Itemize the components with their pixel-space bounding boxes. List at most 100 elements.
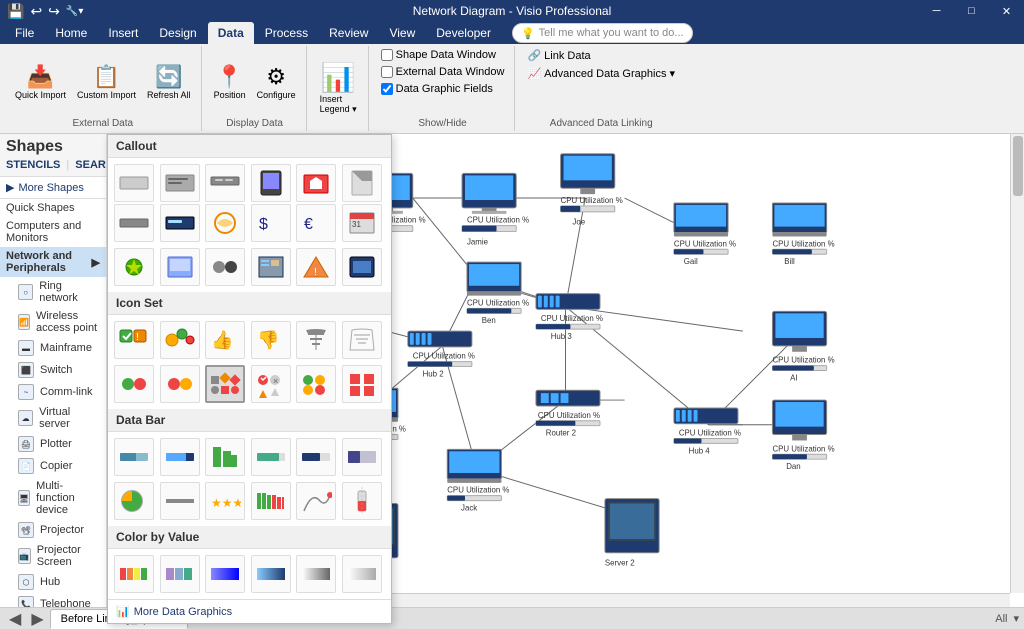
callout-icon-11[interactable]: € [296,204,336,242]
link-data-button[interactable]: 🔗 Link Data [523,48,594,63]
quick-import-button[interactable]: 📥 Quick Import [11,62,70,102]
callout-icon-2[interactable] [160,164,200,202]
next-page-button[interactable]: ▶ [27,609,47,629]
ring-network-item[interactable]: ○ Ring network [0,277,106,307]
undo-icon[interactable]: ↩ [28,3,44,20]
tab-view[interactable]: View [379,22,425,44]
data-bar-1[interactable] [114,438,154,476]
icon-set-r2-3[interactable] [205,365,245,403]
icon-set-r2-4[interactable]: × [251,365,291,403]
prev-page-button[interactable]: ◀ [5,609,25,629]
data-graphic-fields-checkbox[interactable] [381,83,393,95]
mainframe-item[interactable]: ▬ Mainframe [0,337,106,359]
icon-set-4[interactable]: 👎 [251,321,291,359]
page-all-indicator[interactable]: All [995,613,1007,625]
position-button[interactable]: 📍 Position [210,62,250,102]
callout-icon-18[interactable] [342,248,382,286]
callout-icon-5[interactable] [296,164,336,202]
tab-home[interactable]: Home [45,22,97,44]
data-bar-5[interactable] [296,438,336,476]
projector-item[interactable]: 📽 Projector [0,519,106,541]
external-data-window-checkbox[interactable] [381,66,393,78]
refresh-all-button[interactable]: 🔄 Refresh All [143,62,195,102]
callout-icon-14[interactable] [160,248,200,286]
advanced-data-graphics-button[interactable]: 📈 Advanced Data Graphics ▾ [523,66,679,81]
icon-set-1[interactable]: ! [114,321,154,359]
icon-set-r2-5[interactable] [296,365,336,403]
tab-review[interactable]: Review [319,22,378,44]
network-peripherals-category[interactable]: Network and Peripherals ▶ [0,247,106,277]
callout-icon-4[interactable] [251,164,291,202]
copier-item[interactable]: 📄 Copier [0,455,106,477]
data-bar-r2-1[interactable] [114,482,154,520]
tell-me-bar[interactable]: 💡 Tell me what you want to do... [512,23,693,43]
color-val-5[interactable] [296,555,336,593]
icon-set-r2-1[interactable] [114,365,154,403]
data-bar-r2-2[interactable] [160,482,200,520]
telephone-item[interactable]: 📞 Telephone [0,593,106,607]
data-bar-r2-5[interactable] [296,482,336,520]
customize-icon[interactable]: 🔧▾ [64,6,85,17]
projector-screen-item[interactable]: 📺 Projector Screen [0,541,106,571]
maximize-button[interactable]: □ [954,0,989,22]
configure-button[interactable]: ⚙ Configure [253,62,300,102]
callout-icon-12[interactable]: 31 [342,204,382,242]
shape-data-window-checkbox-label[interactable]: Shape Data Window [377,48,500,62]
data-bar-3[interactable] [205,438,245,476]
color-val-3[interactable] [205,555,245,593]
wireless-access-item[interactable]: 📶 Wireless access point [0,307,106,337]
color-val-2[interactable] [160,555,200,593]
data-bar-6[interactable] [342,438,382,476]
icon-set-r2-2[interactable] [160,365,200,403]
stencils-tab[interactable]: STENCILS [6,158,60,172]
comm-link-item[interactable]: ~ Comm-link [0,381,106,403]
data-bar-r2-6[interactable] [342,482,382,520]
callout-icon-3[interactable] [205,164,245,202]
vertical-scrollbar[interactable] [1010,134,1024,593]
tab-insert[interactable]: Insert [98,22,148,44]
tab-data[interactable]: Data [208,22,254,44]
minimize-button[interactable]: ─ [919,0,954,22]
callout-icon-10[interactable]: $ [251,204,291,242]
more-shapes-button[interactable]: ▶ More Shapes [0,177,106,199]
quick-shapes-category[interactable]: Quick Shapes [0,199,106,217]
callout-icon-8[interactable] [160,204,200,242]
color-val-1[interactable] [114,555,154,593]
more-data-graphics-button[interactable]: 📊 More Data Graphics [108,599,391,623]
tab-developer[interactable]: Developer [426,22,501,44]
callout-icon-15[interactable] [205,248,245,286]
data-bar-r2-3[interactable]: ★★★ [205,482,245,520]
multifunction-item[interactable]: 🖥 Multi-function device [0,477,106,519]
shape-data-window-checkbox[interactable] [381,49,393,61]
custom-import-button[interactable]: 📋 Custom Import [73,62,140,102]
icon-set-2[interactable] [160,321,200,359]
save-icon[interactable]: 💾 [5,3,26,20]
window-controls[interactable]: ─ □ ✕ [919,0,1024,22]
plotter-item[interactable]: 🖨 Plotter [0,433,106,455]
callout-icon-17[interactable]: ! [296,248,336,286]
callout-icon-1[interactable] [114,164,154,202]
data-bar-4[interactable] [251,438,291,476]
external-data-window-checkbox-label[interactable]: External Data Window [377,65,509,79]
callout-icon-7[interactable] [114,204,154,242]
color-val-6[interactable] [342,555,382,593]
virtual-server-item[interactable]: ☁ Virtual server [0,403,106,433]
hub-item[interactable]: ⬡ Hub [0,571,106,593]
callout-icon-9[interactable] [205,204,245,242]
callout-icon-16[interactable] [251,248,291,286]
tab-file[interactable]: File [5,22,44,44]
search-tab[interactable]: SEARCH [75,158,107,172]
tab-process[interactable]: Process [255,22,318,44]
insert-legend-button[interactable]: 📊 InsertLegend ▾ [316,59,361,117]
data-bar-2[interactable] [160,438,200,476]
callout-icon-6[interactable] [342,164,382,202]
switch-item[interactable]: ⬛ Switch [0,359,106,381]
vscroll-thumb[interactable] [1013,136,1023,196]
data-graphic-fields-checkbox-label[interactable]: Data Graphic Fields [377,82,497,96]
callout-icon-13[interactable] [114,248,154,286]
icon-set-r2-6[interactable] [342,365,382,403]
computers-category[interactable]: Computers and Monitors [0,217,106,247]
icon-set-3[interactable]: 👍 [205,321,245,359]
color-val-4[interactable] [251,555,291,593]
redo-icon[interactable]: ↪ [46,3,62,20]
